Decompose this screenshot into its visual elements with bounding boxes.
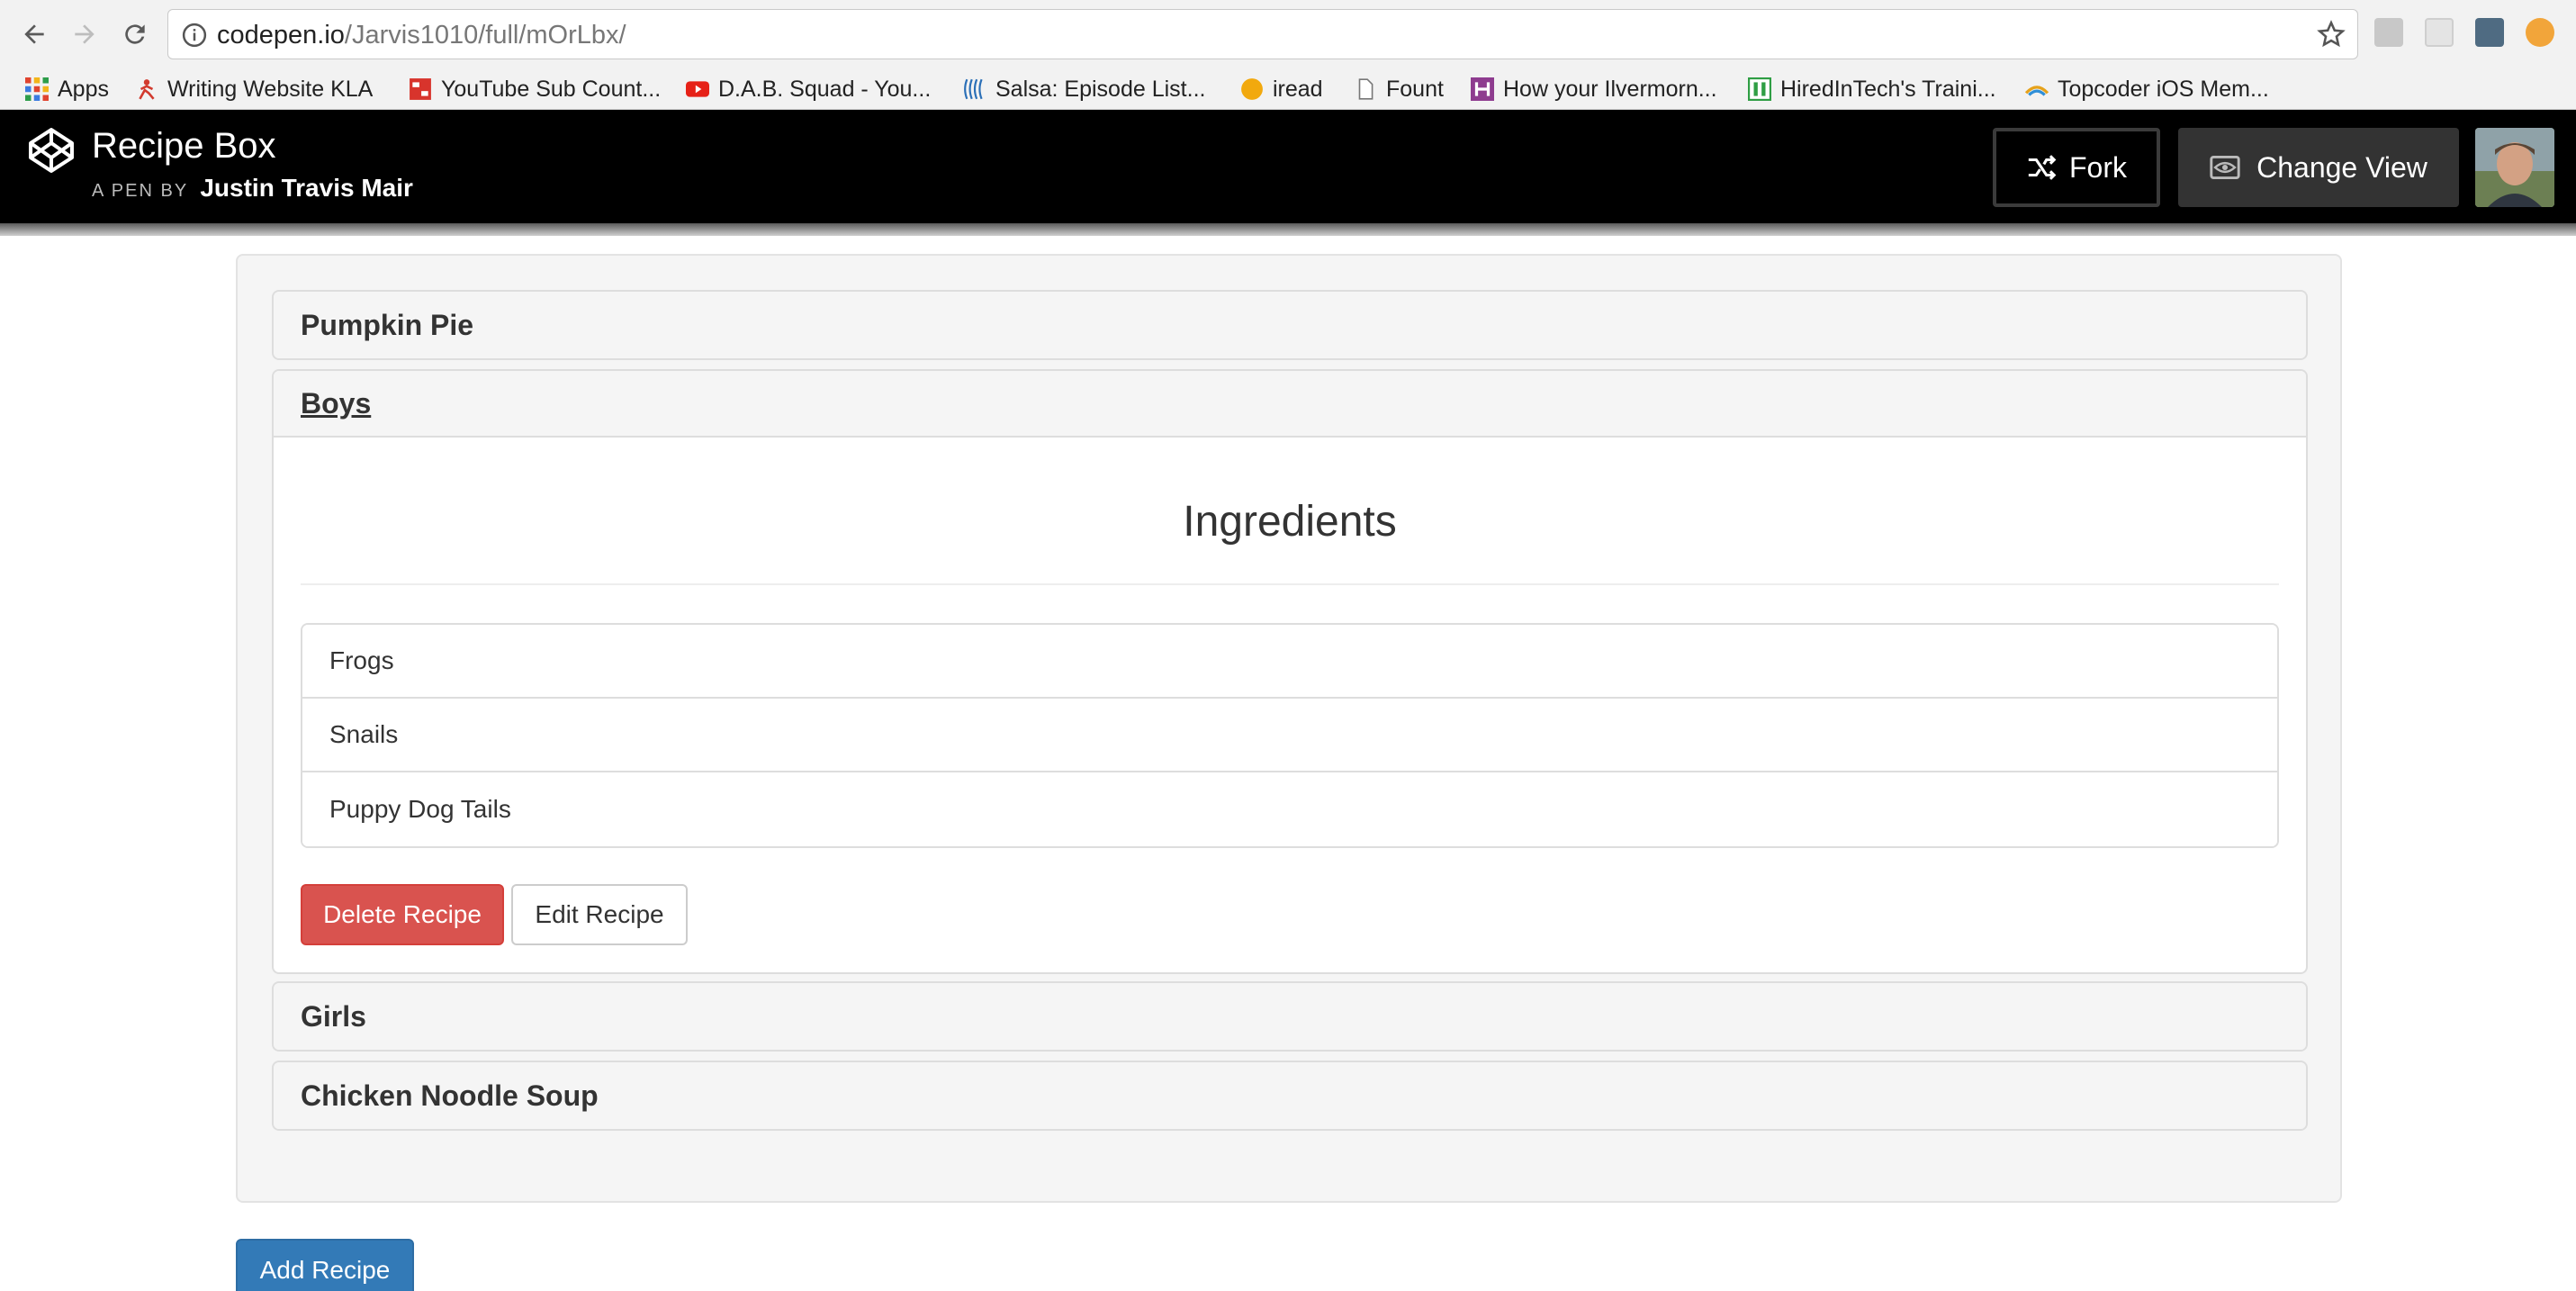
recipe-well: Pumpkin Pie Boys Ingredients Frogs Snail…	[236, 254, 2342, 1203]
header-shadow	[0, 223, 2576, 236]
change-view-button[interactable]: Change View	[2178, 128, 2459, 207]
url-path: /Jarvis1010/full/mOrLbx/	[344, 21, 626, 50]
ingredients-list: Frogs Snails Puppy Dog Tails	[301, 623, 2279, 848]
info-icon[interactable]	[181, 22, 208, 49]
bookmark-dab[interactable]: D.A.B. Squad - You...	[686, 68, 931, 110]
author-link[interactable]: Justin Travis Mair	[200, 174, 413, 202]
bookmark-apps[interactable]: Apps	[25, 68, 109, 110]
salsa-icon	[964, 78, 983, 100]
url-host: codepen.io	[217, 21, 345, 50]
youtube-icon	[686, 81, 709, 97]
recipe-body: Ingredients Frogs Snails Puppy Dog Tails…	[274, 438, 2306, 972]
apps-grid-icon	[25, 77, 49, 101]
byline-prefix: A PEN BY	[92, 181, 188, 201]
extension-1b-icon[interactable]	[2374, 18, 2403, 47]
extension-window-icon[interactable]	[2425, 18, 2454, 47]
bookmark-label: iread	[1273, 76, 1323, 102]
bookmark-writing[interactable]: Writing Website KLA	[135, 68, 373, 110]
bookmark-fount[interactable]: Fount	[1354, 68, 1444, 110]
bookmark-label: YouTube Sub Count...	[441, 76, 662, 102]
bookmark-label: HiredInTech's Traini...	[1780, 76, 1996, 102]
bookmark-topcoder[interactable]: Topcoder iOS Mem...	[2025, 68, 2269, 110]
document-icon	[1358, 78, 1374, 100]
divider	[301, 583, 2279, 585]
recipe-panel: Girls	[272, 981, 2308, 1052]
edit-recipe-button[interactable]: Edit Recipe	[511, 884, 688, 945]
bookmark-label: Writing Website KLA	[167, 76, 374, 102]
ingredient-item: Frogs	[302, 625, 2277, 699]
bookmarks-bar: Apps Writing Website KLA YouTube Sub Cou…	[0, 68, 2576, 110]
yt-sub-icon	[410, 78, 431, 100]
recipe-actions: Delete Recipe Edit Recipe	[301, 884, 2279, 972]
reload-icon[interactable]	[117, 16, 153, 52]
user-avatar[interactable]	[2475, 128, 2554, 207]
delete-recipe-button[interactable]: Delete Recipe	[301, 884, 504, 945]
bookmark-label: Topcoder iOS Mem...	[2058, 76, 2269, 102]
fork-button[interactable]: Fork	[1993, 128, 2160, 207]
bookmark-label: D.A.B. Squad - You...	[718, 76, 932, 102]
change-view-icon	[2210, 156, 2240, 179]
pen-byline: A PEN BY Justin Travis Mair	[92, 173, 413, 206]
fork-label: Fork	[2069, 150, 2127, 184]
figure-icon	[139, 79, 155, 100]
codepen-header: Recipe Box A PEN BY Justin Travis Mair F…	[0, 110, 2576, 223]
hiredintech-icon	[1748, 77, 1771, 101]
bookmark-yt-sub[interactable]: YouTube Sub Count...	[409, 68, 661, 110]
fork-icon	[2028, 155, 2057, 180]
ingredient-item: Snails	[302, 699, 2277, 772]
codepen-logo-icon[interactable]	[27, 126, 76, 175]
recipe-title[interactable]: Boys	[274, 371, 2306, 438]
ingredient-item: Puppy Dog Tails	[302, 772, 2277, 846]
pen-title: Recipe Box	[92, 126, 276, 166]
bookmark-star-icon[interactable]	[2316, 19, 2346, 50]
extension-upload-icon[interactable]	[2526, 18, 2554, 47]
bookmark-iread[interactable]: iread	[1240, 68, 1323, 110]
recipe-panel-expanded: Boys Ingredients Frogs Snails Puppy Dog …	[272, 369, 2308, 974]
address-bar[interactable]: codepen.io/Jarvis1010/full/mOrLbx/	[167, 9, 2358, 59]
topcoder-icon	[2025, 86, 2049, 96]
back-icon[interactable]	[16, 16, 52, 52]
bookmark-hiredintech[interactable]: HiredInTech's Traini...	[1748, 68, 1996, 110]
ingredients-heading: Ingredients	[1183, 498, 1397, 546]
bookmark-label: Salsa: Episode List...	[995, 76, 1206, 102]
recipe-panel: Pumpkin Pie	[272, 290, 2308, 360]
url-text: codepen.io/Jarvis1010/full/mOrLbx/	[217, 21, 626, 50]
recipe-title[interactable]: Girls	[274, 983, 2306, 1050]
change-view-label: Change View	[2256, 150, 2427, 184]
extension-u-icon[interactable]	[2475, 18, 2504, 47]
bookmark-label: Fount	[1386, 76, 1444, 102]
recipe-title[interactable]: Pumpkin Pie	[274, 292, 2306, 358]
recipe-panel: Chicken Noodle Soup	[272, 1061, 2308, 1131]
bookmark-salsa[interactable]: Salsa: Episode List...	[963, 68, 1205, 110]
circle-icon	[1241, 78, 1263, 100]
bookmark-label: How your Ilvermorn...	[1503, 76, 1717, 102]
h-icon	[1471, 77, 1494, 101]
browser-toolbar: codepen.io/Jarvis1010/full/mOrLbx/	[0, 0, 2576, 68]
forward-icon[interactable]	[67, 16, 103, 52]
bookmark-label: Apps	[58, 76, 109, 102]
recipe-title[interactable]: Chicken Noodle Soup	[274, 1062, 2306, 1129]
bookmark-ilvermorny[interactable]: How your Ilvermorn...	[1471, 68, 1717, 110]
add-recipe-button[interactable]: Add Recipe	[236, 1239, 414, 1291]
